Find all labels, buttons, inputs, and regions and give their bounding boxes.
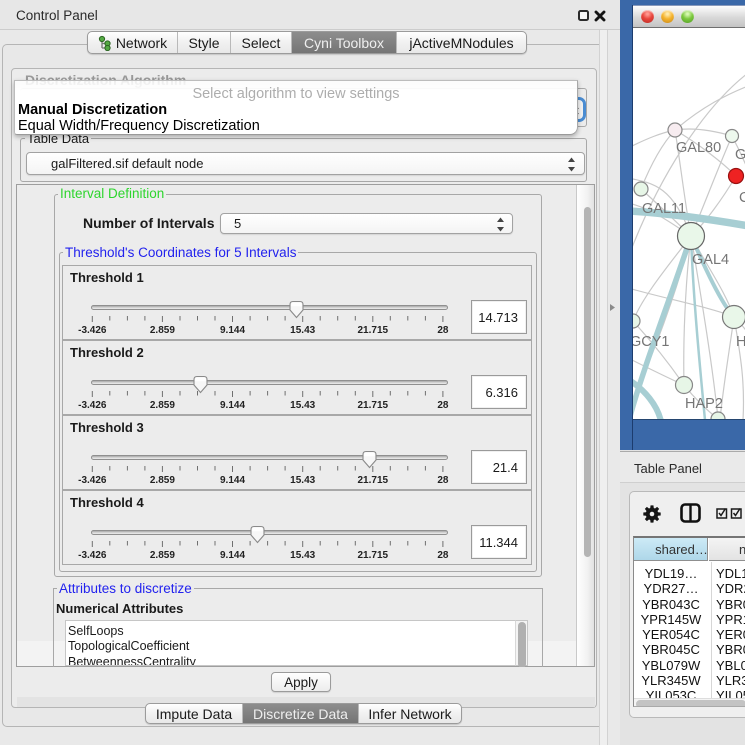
svg-text:G: G	[735, 147, 745, 163]
svg-text:GCY1: GCY1	[633, 334, 670, 350]
svg-text:GAL4: GAL4	[692, 252, 729, 268]
svg-text:GAL11: GAL11	[642, 201, 686, 217]
svg-text:C: C	[739, 190, 745, 206]
svg-text:H: H	[736, 334, 745, 350]
svg-text:HAP2: HAP2	[685, 396, 723, 412]
svg-text:GAL80: GAL80	[676, 140, 721, 156]
